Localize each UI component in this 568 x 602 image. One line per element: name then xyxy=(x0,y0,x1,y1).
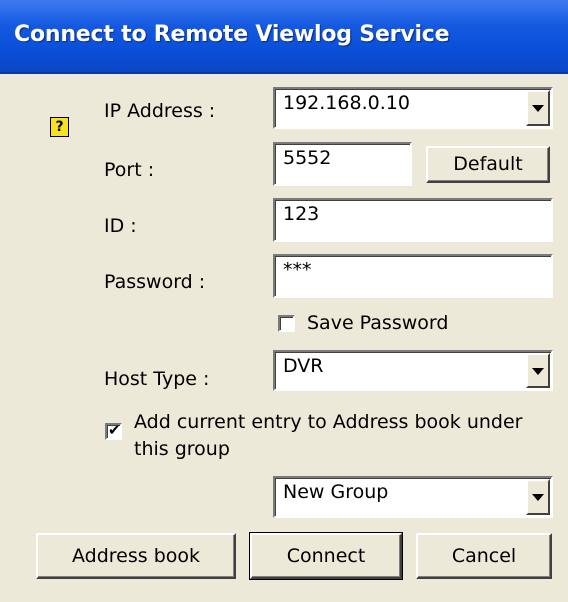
ip-address-label: IP Address : xyxy=(104,100,216,122)
password-label: Password : xyxy=(104,271,206,293)
ip-address-value: 192.168.0.10 xyxy=(283,92,410,114)
ip-address-dropdown-button[interactable] xyxy=(526,90,550,126)
ip-address-combobox[interactable]: 192.168.0.10 xyxy=(273,87,553,129)
add-to-address-book-checkbox[interactable]: ✔ xyxy=(105,421,122,440)
host-type-value: DVR xyxy=(283,355,324,377)
add-to-address-book-label[interactable]: Add current entry to Address book under … xyxy=(134,409,523,463)
id-input[interactable]: 123 xyxy=(273,198,553,242)
add-entry-label-line1: Add current entry to Address book under xyxy=(134,411,523,433)
checkmark-icon: ✔ xyxy=(108,421,121,439)
password-input[interactable]: *** xyxy=(273,254,553,298)
chevron-down-icon xyxy=(532,494,544,501)
default-button[interactable]: Default xyxy=(426,146,550,183)
title-bar[interactable]: Connect to Remote Viewlog Service xyxy=(0,0,568,74)
question-mark-icon[interactable]: ? xyxy=(50,117,69,137)
port-label: Port : xyxy=(104,159,155,181)
chevron-down-icon xyxy=(532,105,544,112)
cancel-button[interactable]: Cancel xyxy=(416,533,552,579)
chevron-down-icon xyxy=(532,367,544,375)
add-entry-label-line2: this group xyxy=(134,438,230,460)
group-combobox[interactable]: New Group xyxy=(273,476,553,518)
host-type-combobox[interactable]: DVR xyxy=(273,350,553,391)
host-type-dropdown-button[interactable] xyxy=(526,353,550,388)
window-title: Connect to Remote Viewlog Service xyxy=(14,22,450,47)
address-book-button[interactable]: Address book xyxy=(36,533,236,579)
group-dropdown-button[interactable] xyxy=(526,479,550,515)
save-password-checkbox[interactable] xyxy=(278,315,295,332)
host-type-label: Host Type : xyxy=(104,368,210,390)
id-label: ID : xyxy=(104,215,137,237)
save-password-label[interactable]: Save Password xyxy=(307,312,448,334)
connect-button[interactable]: Connect xyxy=(249,532,403,580)
port-input[interactable]: 5552 xyxy=(273,142,412,186)
group-value: New Group xyxy=(283,481,389,503)
